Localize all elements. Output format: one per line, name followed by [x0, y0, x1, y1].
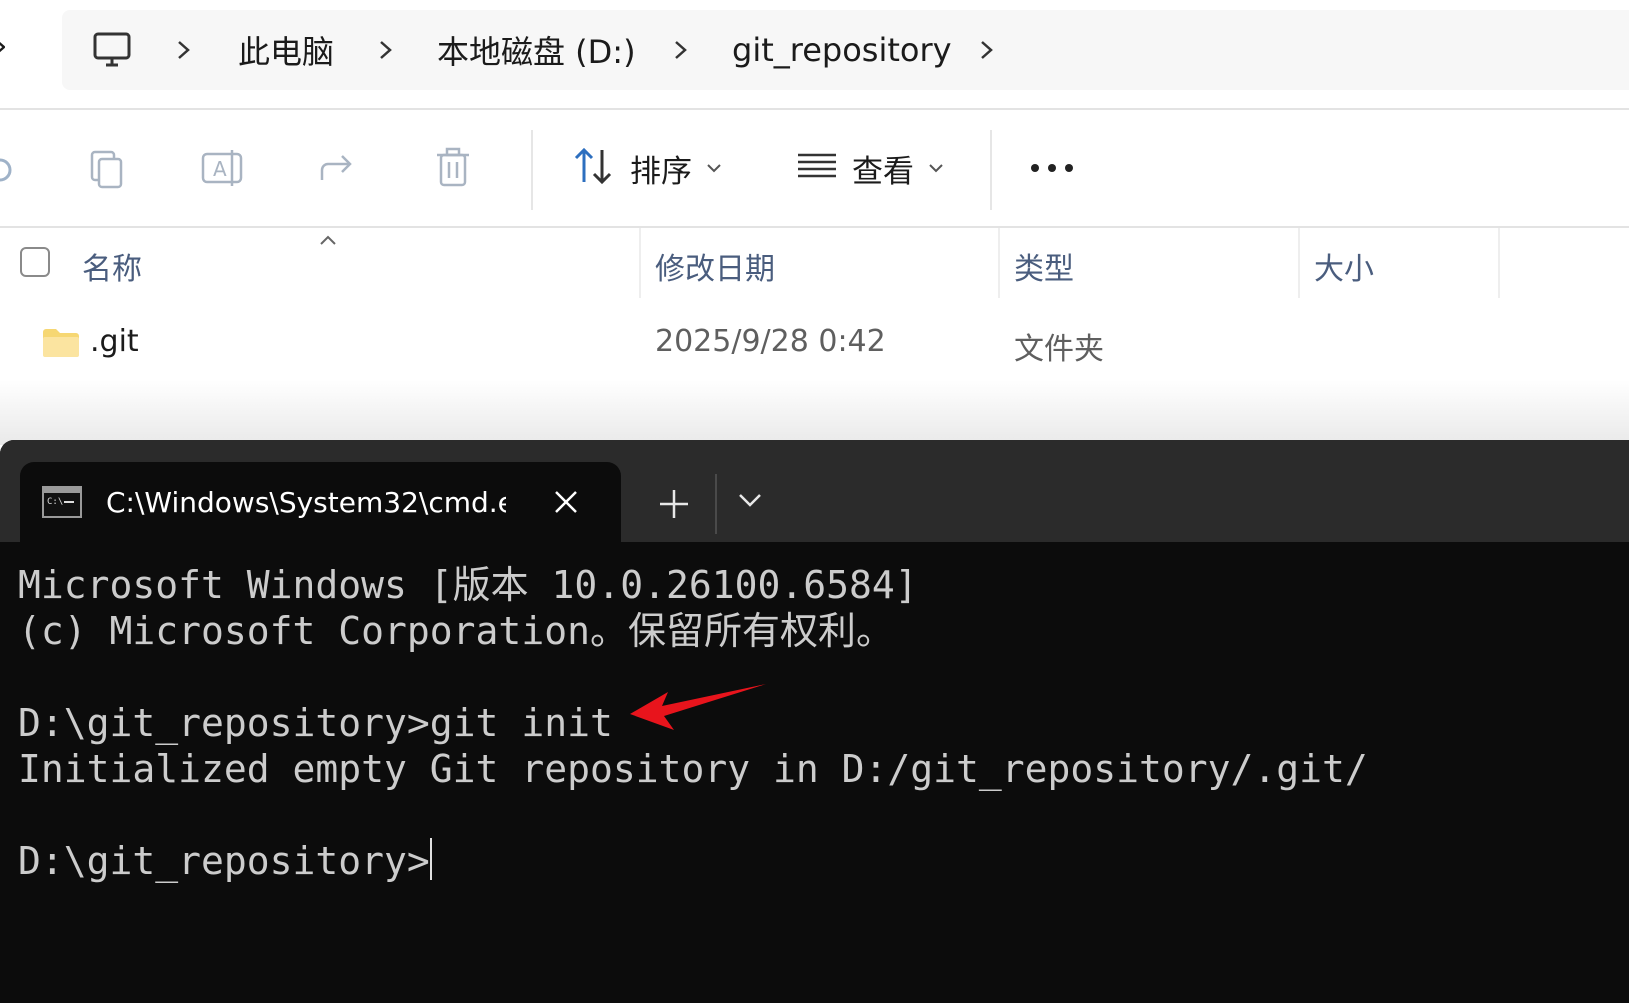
tab-title: C:\Windows\System32\cmd.exe	[106, 486, 506, 519]
sort-label: 排序	[630, 153, 692, 190]
list-view-icon	[796, 149, 838, 187]
terminal-window: C:\ C:\Windows\System32\cmd.exe Microsof…	[0, 440, 1629, 1003]
toolbar-divider	[990, 130, 992, 210]
rename-icon[interactable]: A	[194, 140, 250, 196]
tab-divider	[715, 474, 717, 534]
close-icon[interactable]	[548, 484, 584, 524]
annotation-arrow-icon	[630, 684, 766, 730]
file-modified: 2025/9/28 0:42	[655, 324, 886, 359]
cmd-icon: C:\	[42, 486, 82, 522]
chevron-down-icon[interactable]	[736, 488, 764, 516]
delete-icon[interactable]	[425, 140, 481, 196]
console-prompt-line: D:\git_repository>	[18, 838, 1618, 884]
folder-icon	[42, 328, 80, 366]
column-modified[interactable]: 修改日期	[655, 244, 775, 288]
column-resize-handle[interactable]	[1498, 228, 1500, 298]
chevron-down-icon	[706, 159, 722, 178]
text-cursor	[429, 838, 432, 880]
new-tab-icon[interactable]	[652, 484, 696, 528]
computer-icon[interactable]	[92, 10, 132, 90]
paste-icon[interactable]	[78, 140, 134, 196]
column-size[interactable]: 大小	[1314, 244, 1374, 288]
console-line: Initialized empty Git repository in D:/g…	[18, 747, 1368, 791]
more-icon[interactable]	[1024, 140, 1080, 196]
address-row: › 此电脑 本地磁盘 (D:) git_repository	[0, 0, 1629, 110]
toolbar-divider	[531, 130, 533, 210]
back-icon[interactable]: ›	[0, 26, 8, 66]
address-bar[interactable]: 此电脑 本地磁盘 (D:) git_repository	[62, 10, 1629, 90]
column-resize-handle[interactable]	[1298, 228, 1300, 298]
sort-button[interactable]: 排序	[572, 138, 722, 198]
column-header: 名称 修改日期 类型 大小	[0, 228, 1629, 298]
chevron-right-icon[interactable]	[174, 10, 194, 90]
svg-text:A: A	[213, 157, 227, 181]
console-line: D:\git_repository>git init	[18, 701, 613, 745]
window-shadow	[0, 380, 1629, 445]
console-output[interactable]: Microsoft Windows [版本 10.0.26100.6584] (…	[18, 562, 1618, 884]
svg-text:C:\: C:\	[47, 497, 63, 507]
select-all-checkbox[interactable]	[20, 247, 50, 277]
cut-icon[interactable]	[0, 140, 28, 196]
sort-icon	[572, 146, 616, 190]
console-prompt: D:\git_repository>	[18, 839, 430, 883]
chevron-down-icon	[928, 159, 944, 178]
chevron-right-icon[interactable]	[671, 10, 691, 90]
file-row[interactable]: .git 2025/9/28 0:42 文件夹	[0, 308, 1629, 380]
column-resize-handle[interactable]	[639, 228, 641, 298]
file-explorer-window: › 此电脑 本地磁盘 (D:) git_repository	[0, 0, 1629, 445]
column-resize-handle[interactable]	[998, 228, 1000, 298]
console-line: Microsoft Windows [版本 10.0.26100.6584]	[18, 563, 918, 607]
chevron-right-icon[interactable]	[376, 10, 396, 90]
file-type: 文件夹	[1014, 332, 1104, 367]
terminal-tab-bar: C:\ C:\Windows\System32\cmd.exe	[0, 440, 1629, 546]
console-line: (c) Microsoft Corporation。保留所有权利。	[18, 609, 894, 653]
sort-ascending-icon	[318, 232, 338, 251]
breadcrumb-this-pc[interactable]: 此电脑	[238, 10, 334, 90]
column-name[interactable]: 名称	[82, 244, 142, 288]
command-bar: A 排序 查看	[0, 110, 1629, 227]
file-name: .git	[90, 324, 139, 359]
terminal-tab[interactable]: C:\ C:\Windows\System32\cmd.exe	[20, 462, 621, 546]
chevron-right-icon[interactable]	[977, 10, 997, 90]
column-type[interactable]: 类型	[1014, 244, 1074, 288]
breadcrumb-git-repository[interactable]: git_repository	[732, 10, 952, 90]
view-button[interactable]: 查看	[796, 138, 944, 198]
view-label: 查看	[852, 153, 914, 190]
share-icon[interactable]	[310, 140, 366, 196]
breadcrumb-local-disk[interactable]: 本地磁盘 (D:)	[437, 10, 636, 90]
